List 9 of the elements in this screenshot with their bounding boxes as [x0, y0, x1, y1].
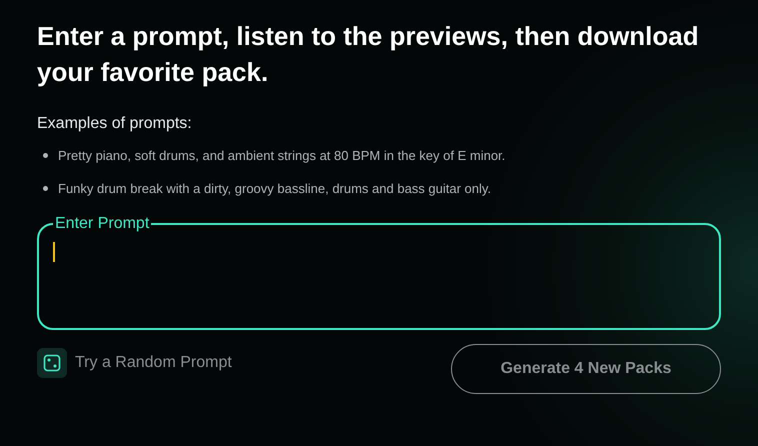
prompt-field[interactable]: Enter Prompt: [37, 216, 721, 330]
examples-title: Examples of prompts:: [37, 114, 193, 134]
example-prompt: Pretty piano, soft drums, and ambient strings at 80 BPM in the key of E minor.: [58, 147, 506, 165]
random-prompt-link[interactable]: Try a Random Prompt: [75, 351, 232, 375]
bullet-icon: [43, 153, 48, 158]
bullet-icon: [43, 186, 48, 191]
dice-icon[interactable]: [37, 348, 67, 378]
heading: Enter a prompt, listen to the previews, then download your favorite pack.: [37, 20, 700, 89]
example-prompt: Funky drum break with a dirty, groovy bassline, drums and bass guitar only.: [58, 180, 492, 198]
